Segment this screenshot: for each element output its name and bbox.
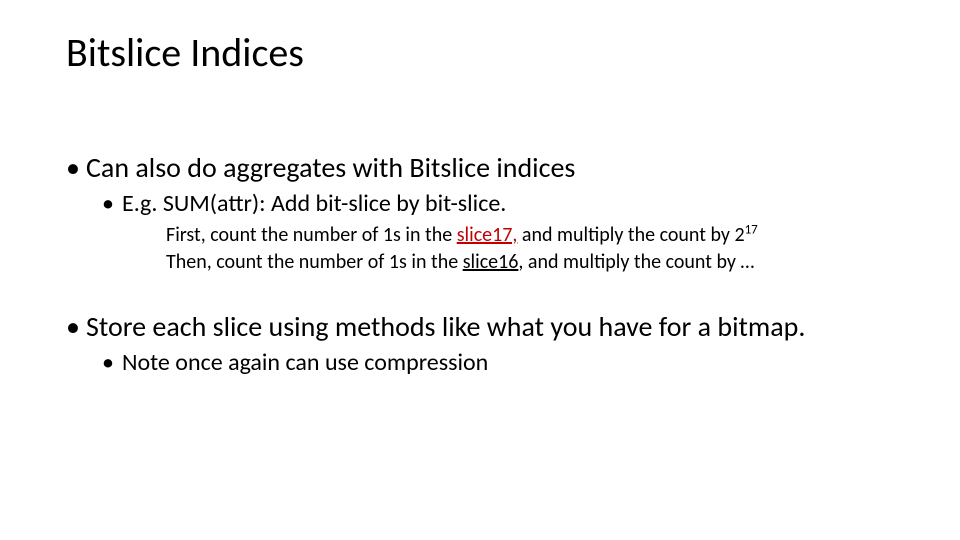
text-highlight-red: slice17, — [457, 223, 518, 247]
bullet-dot-icon: • — [66, 309, 86, 344]
spacer — [66, 277, 920, 309]
bullet-level1: •Store each slice using methods like wha… — [66, 309, 920, 344]
slide-body: •Can also do aggregates with Bitslice in… — [66, 150, 920, 382]
bullet-level2: •Note once again can use compression — [66, 348, 920, 378]
bullet-text: E.g. SUM(attr): Add bit-slice by bit-sli… — [122, 189, 506, 218]
bullet-dot-icon: • — [102, 348, 122, 378]
slide-title: Bitslice Indices — [66, 28, 304, 77]
bullet-dot-icon: • — [102, 189, 122, 219]
bullet-level1: •Can also do aggregates with Bitslice in… — [66, 150, 920, 185]
bullet-text: Note once again can use compression — [122, 348, 488, 377]
bullet-text: Store each slice using methods like what… — [86, 309, 805, 344]
text-underline: slice16 — [463, 250, 519, 274]
text-fragment: , and multiply the count by … — [518, 250, 754, 274]
bullet-level3: Then, count the number of 1s in the slic… — [66, 250, 920, 275]
superscript: 17 — [745, 222, 758, 237]
bullet-dot-icon: • — [66, 150, 86, 185]
slide: Bitslice Indices •Can also do aggregates… — [0, 0, 960, 540]
bullet-level3: First, count the number of 1s in the sli… — [66, 223, 920, 248]
bullet-level2: •E.g. SUM(attr): Add bit-slice by bit-sl… — [66, 189, 920, 219]
text-fragment: and multiply the count by 2 — [517, 223, 744, 247]
text-fragment: First, count the number of 1s in the — [166, 223, 457, 247]
bullet-text: Can also do aggregates with Bitslice ind… — [86, 150, 575, 185]
text-fragment: Then, count the number of 1s in the — [166, 250, 463, 274]
